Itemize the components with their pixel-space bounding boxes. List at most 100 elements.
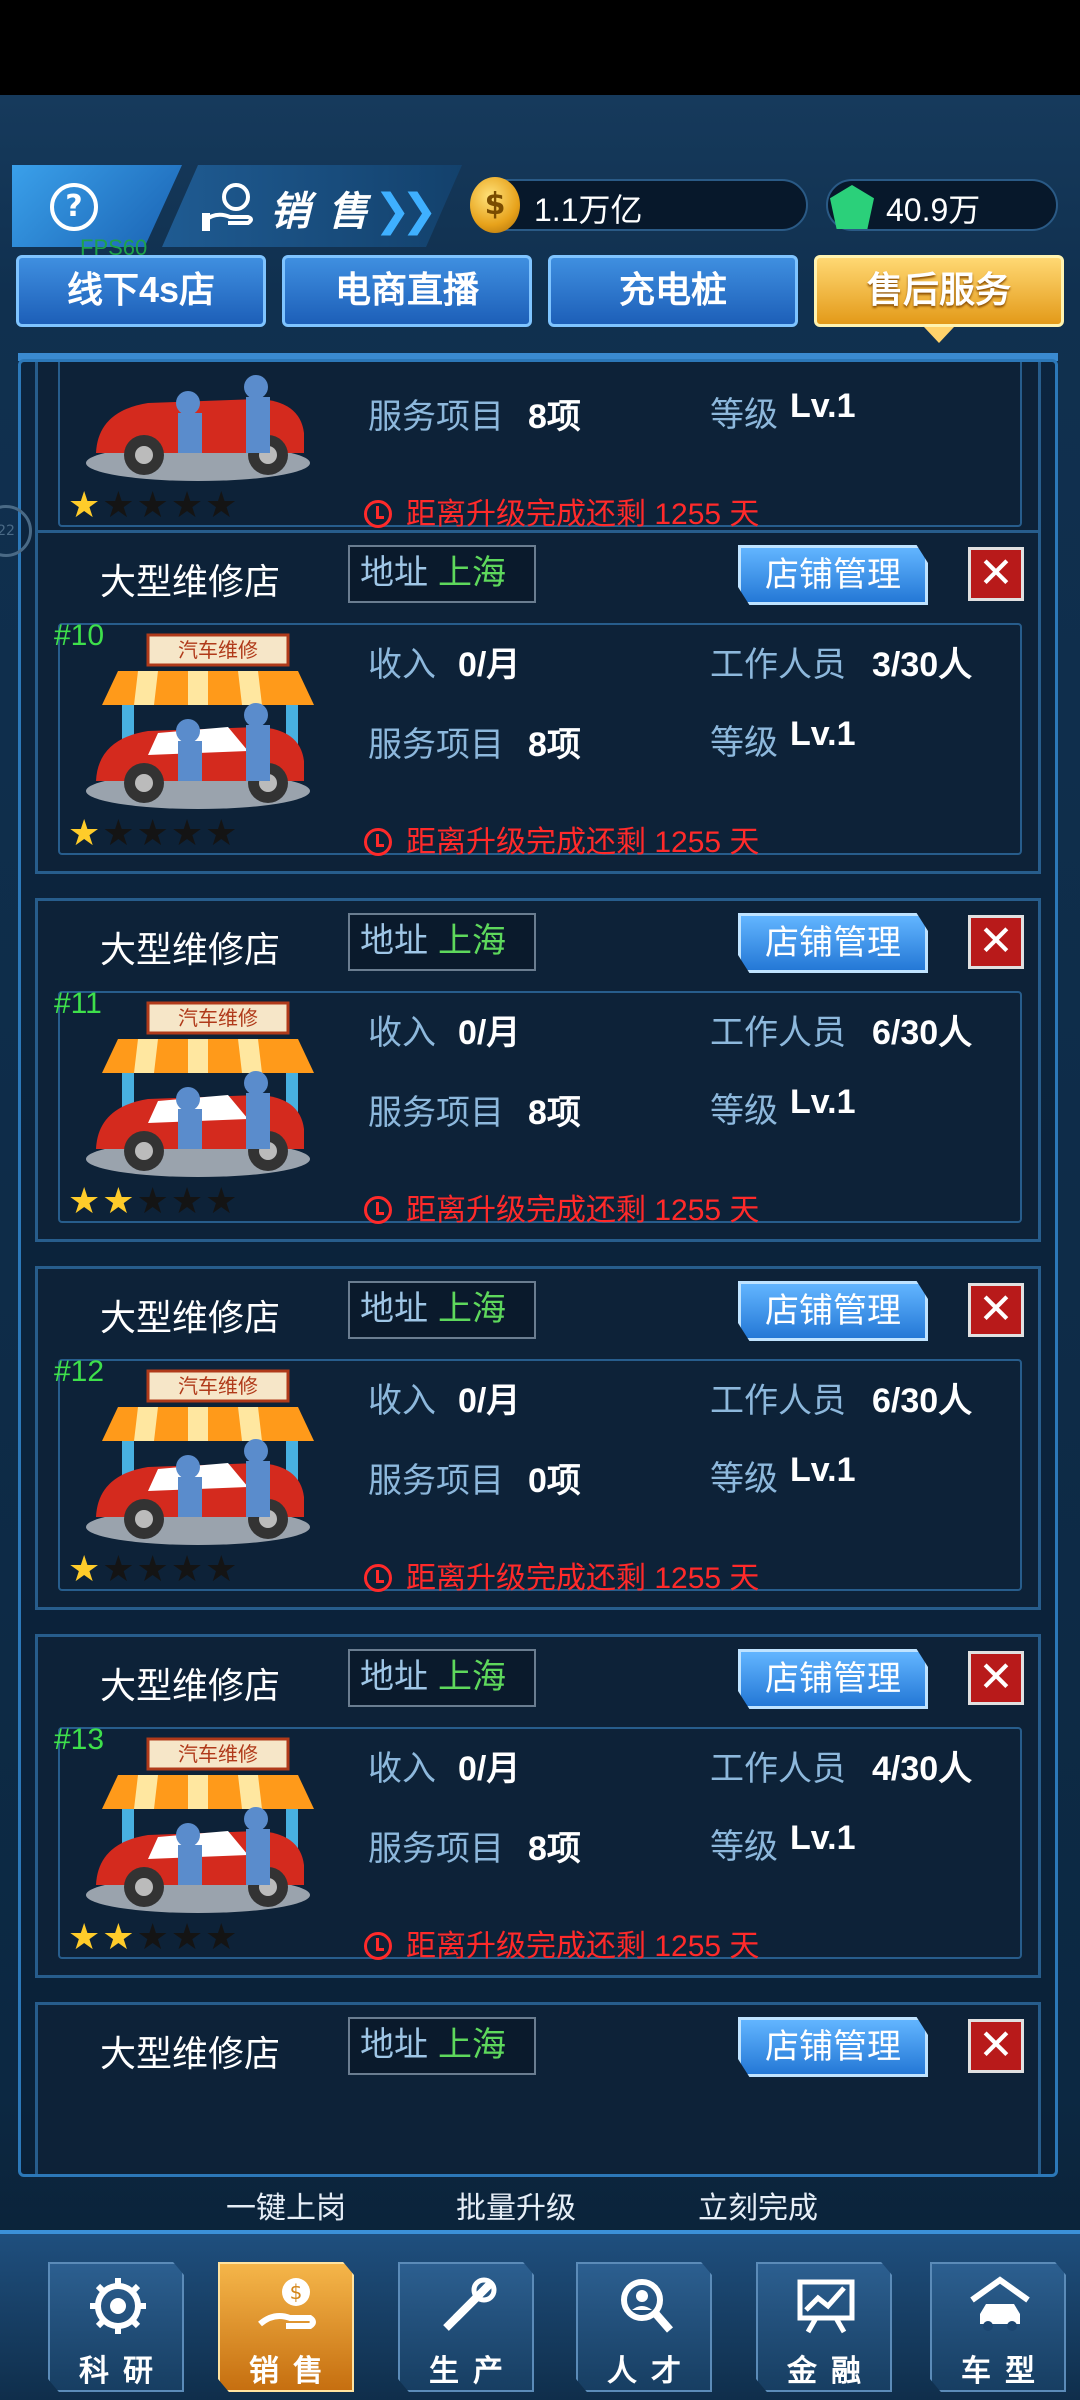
auto-assign-button[interactable]: 一键上岗 <box>226 2183 346 2227</box>
nav-finance[interactable]: 金融 <box>756 2262 892 2392</box>
manage-shop-button[interactable]: 店铺管理 <box>738 2017 928 2077</box>
level-label: 等级 <box>710 1092 778 1130</box>
staff-value: 6/30人 <box>872 1382 973 1420</box>
level-value: Lv.1 <box>790 715 856 753</box>
service-items-value: 0项 <box>528 1462 581 1500</box>
service-items-value: 8项 <box>528 726 581 764</box>
nav-sales[interactable]: $ 销售 <box>218 2262 354 2392</box>
tab-after-sales[interactable]: 售后服务 <box>814 255 1064 327</box>
upgrade-timer-text: 距离升级完成还剩 1255 天 <box>406 1194 760 1227</box>
manage-shop-button[interactable]: 店铺管理 <box>738 1281 928 1341</box>
close-icon[interactable]: ✕ <box>968 547 1024 601</box>
section-title: 销售 <box>270 189 386 235</box>
star-filled-icon: ★ <box>68 1549 103 1590</box>
service-items-value: 8项 <box>528 1830 581 1868</box>
upgrade-timer: 距离升级完成还剩 1255 天 <box>364 817 759 861</box>
star-empty-icon: ★★★ <box>136 1181 240 1222</box>
car-garage-icon <box>970 2276 1030 2331</box>
level-label: 等级 <box>710 724 778 762</box>
signboard-text: 汽车维修 <box>178 638 258 662</box>
star-rating: ★★★★★ <box>68 1917 239 1958</box>
close-icon[interactable]: ✕ <box>968 1283 1024 1337</box>
gem-value: 40.9万 <box>886 192 981 228</box>
nav-production[interactable]: 生产 <box>398 2262 534 2392</box>
staff-label: 工作人员 <box>710 646 846 684</box>
service-items-label: 服务项目 <box>368 1462 504 1500</box>
help-icon[interactable]: ? <box>50 183 98 231</box>
shop-card: 大型维修店 地址 上海 店铺管理 ✕ #13 汽车维修 收入 0/月 工作人员 … <box>35 1634 1041 1978</box>
shop-card-partial-bottom: 大型维修店 地址 上海 店铺管理 ✕ <box>35 2002 1041 2174</box>
address-label: 地址 <box>360 1658 428 1696</box>
device-status-bar <box>0 0 1080 95</box>
close-icon[interactable]: ✕ <box>968 1651 1024 1705</box>
manage-shop-button[interactable]: 店铺管理 <box>738 1649 928 1709</box>
upgrade-timer: 距离升级完成还剩 1255 天 <box>364 1185 759 1229</box>
manage-shop-button[interactable]: 店铺管理 <box>738 913 928 973</box>
income-label: 收入 <box>368 1014 436 1052</box>
address-box: 地址 上海 <box>348 1281 536 1339</box>
gold-value: 1.1万亿 <box>534 192 643 228</box>
signboard-text: 汽车维修 <box>178 1006 258 1030</box>
staff-label: 工作人员 <box>710 1014 846 1052</box>
star-empty-icon: ★★★★ <box>102 485 240 526</box>
shop-card: 大型维修店 地址 上海 店铺管理 ✕ #12 汽车维修 收入 0/月 工作人员 … <box>35 1266 1041 1610</box>
level-value: Lv.1 <box>790 1083 856 1121</box>
tab-charging-pile[interactable]: 充电桩 <box>548 255 798 327</box>
gold-counter[interactable]: $ 1.1万亿 <box>470 177 808 233</box>
active-tab-pointer <box>924 327 954 343</box>
staff-label: 工作人员 <box>710 1382 846 1420</box>
repair-shop-image <box>86 375 310 481</box>
clock-icon <box>364 1196 392 1224</box>
star-filled-icon: ★ <box>68 485 103 526</box>
income-value: 0/月 <box>458 1014 521 1052</box>
instant-complete-button[interactable]: 立刻完成 <box>698 2183 818 2227</box>
tab-ecommerce-live[interactable]: 电商直播 <box>282 255 532 327</box>
gem-counter[interactable]: 40.9万 <box>826 179 1058 231</box>
star-rating: ★★★★★ <box>68 1181 239 1222</box>
nav-talent[interactable]: 人才 <box>576 2262 712 2392</box>
address-city: 上海 <box>438 1290 506 1328</box>
tab-offline-4s[interactable]: 线下4s店 <box>16 255 266 327</box>
level-value: Lv.1 <box>790 1451 856 1489</box>
income-label: 收入 <box>368 1750 436 1788</box>
upgrade-timer-text: 距离升级完成还剩 1255 天 <box>406 1562 760 1595</box>
manage-shop-button[interactable]: 店铺管理 <box>738 545 928 605</box>
address-city: 上海 <box>438 2026 506 2064</box>
upgrade-timer-text: 距离升级完成还剩 1255 天 <box>406 1930 760 1963</box>
address-box: 地址 上海 <box>348 545 536 603</box>
clock-icon <box>364 1564 392 1592</box>
star-filled-icon: ★★ <box>68 1181 137 1222</box>
nav-label: 车型 <box>961 2355 1049 2388</box>
nav-label: 销售 <box>249 2355 337 2388</box>
top-header: ? 销售 ❯❯ $ 1.1万亿 40.9万 <box>12 165 1068 247</box>
service-items-label: 服务项目 <box>368 398 504 436</box>
production-tools-icon <box>443 2277 497 2331</box>
close-icon[interactable]: ✕ <box>968 2019 1024 2073</box>
upgrade-timer: 距离升级完成还剩 1255 天 <box>364 1553 759 1597</box>
repair-shop-image: 汽车维修 <box>86 1001 314 1177</box>
level-value: Lv.1 <box>790 1819 856 1857</box>
service-items-value: 8项 <box>528 1094 581 1132</box>
service-items-label: 服务项目 <box>368 726 504 764</box>
shop-name: 大型维修店 <box>100 929 281 970</box>
upgrade-timer: 距离升级完成还剩 1255 天 <box>364 1921 759 1965</box>
nav-car-models[interactable]: 车型 <box>930 2262 1066 2392</box>
address-label: 地址 <box>360 554 428 592</box>
game-screen: ? 销售 ❯❯ $ 1.1万亿 40.9万 FPS60 线下4s店 电商直播 充… <box>0 95 1080 2400</box>
address-city: 上海 <box>438 922 506 960</box>
nav-research[interactable]: 科研 <box>48 2262 184 2392</box>
address-label: 地址 <box>360 1290 428 1328</box>
repair-shop-image: 汽车维修 <box>86 1369 314 1545</box>
repair-shop-image: 汽车维修 <box>86 1737 314 1913</box>
service-items-value: 8项 <box>528 398 581 436</box>
close-icon[interactable]: ✕ <box>968 915 1024 969</box>
star-rating: ★★★★★ <box>68 485 239 526</box>
star-empty-icon: ★★★ <box>136 1917 240 1958</box>
shop-list[interactable]: 服务项目 8项 等级 Lv.1 ★★★★★ 距离升级完成还剩 1255 天 大型… <box>18 359 1058 2177</box>
upgrade-timer: 距离升级完成还剩 1255 天 <box>364 489 759 533</box>
income-label: 收入 <box>368 646 436 684</box>
shop-name: 大型维修店 <box>100 2033 281 2074</box>
batch-upgrade-button[interactable]: 批量升级 <box>456 2183 576 2227</box>
shop-card: 大型维修店 地址 上海 店铺管理 ✕ #10 汽车维修 收入 0/月 工作人员 … <box>35 530 1041 874</box>
nav-label: 人才 <box>607 2355 695 2388</box>
